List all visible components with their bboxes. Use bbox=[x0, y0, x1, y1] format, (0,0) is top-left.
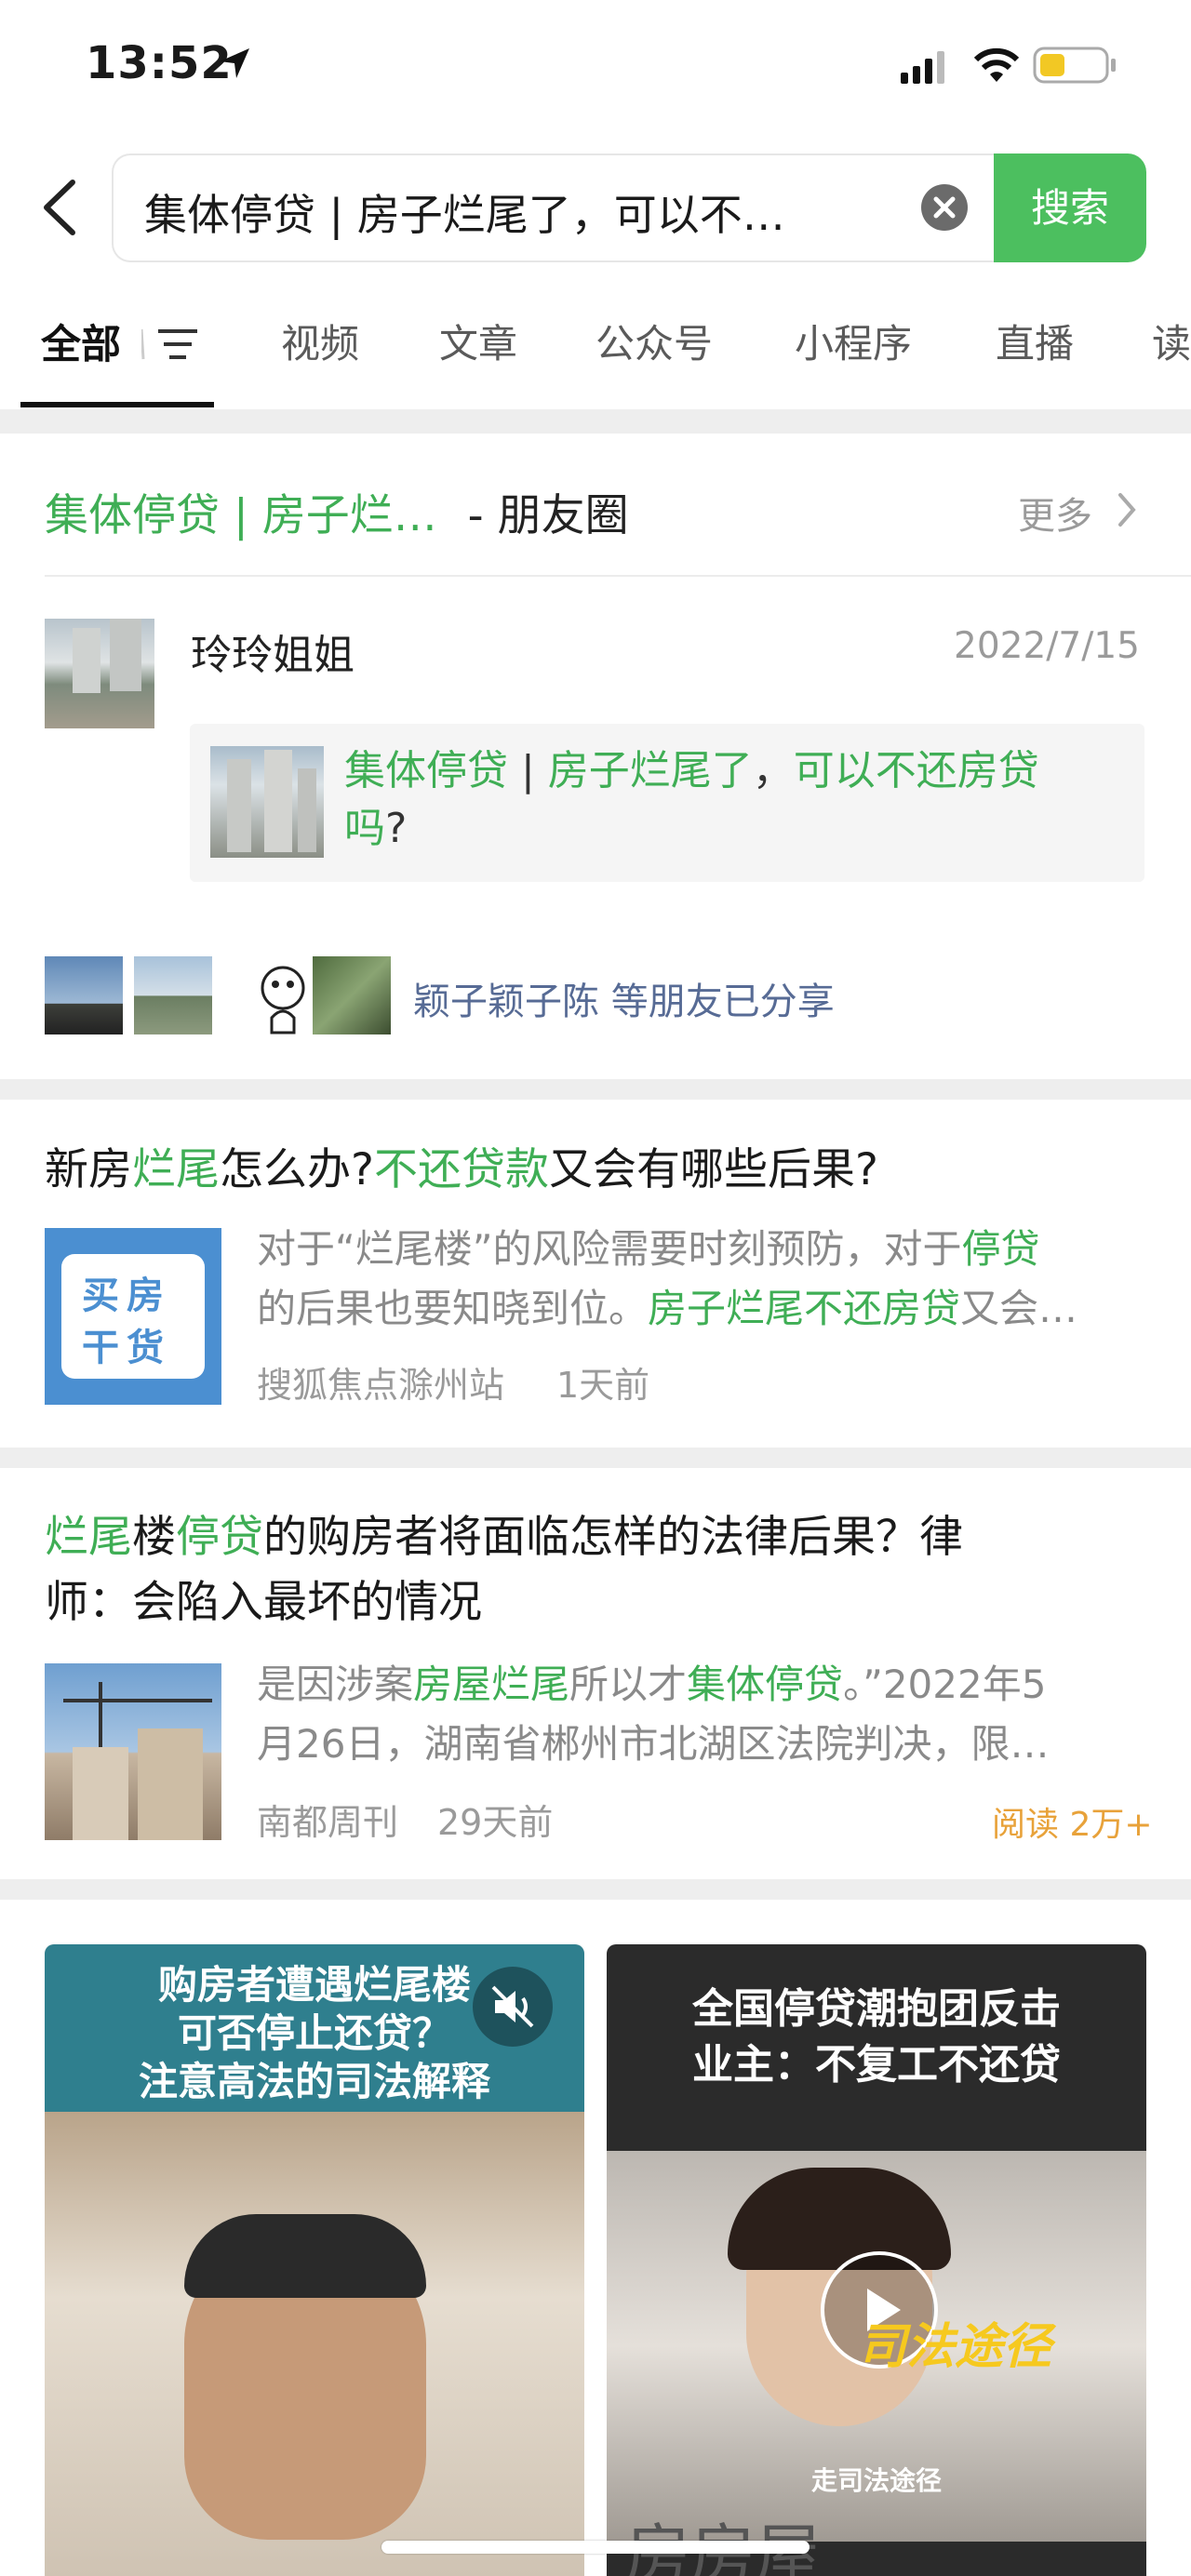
snippet-part: 房子烂尾不还房贷 bbox=[648, 1286, 961, 1331]
share-title-part: ? bbox=[385, 805, 408, 852]
mute-button[interactable] bbox=[473, 1967, 553, 2047]
title-part: 新房 bbox=[45, 1144, 132, 1195]
snippet-part: 。”2022年5 bbox=[843, 1662, 1047, 1707]
friend-avatar[interactable] bbox=[45, 956, 123, 1034]
caption-line: 业主：不复工不还贷 bbox=[692, 2041, 1061, 2089]
article-title-line2[interactable]: 师：会陷入最坏的情况 bbox=[45, 1570, 482, 1635]
share-title-part: 吗 bbox=[344, 805, 385, 852]
article-thumbnail[interactable]: 买房 干货 bbox=[45, 1228, 221, 1405]
tab-video[interactable]: 视频 bbox=[281, 313, 359, 369]
moments-header-suffix: - 朋友圈 bbox=[467, 490, 629, 541]
chevron-right-icon bbox=[1118, 493, 1136, 527]
share-title-part: 集体停贷 bbox=[344, 747, 508, 794]
article-source[interactable]: 南都周刊 bbox=[257, 1794, 398, 1845]
article-title[interactable]: 新房烂尾怎么办?不还贷款又会有哪些后果? bbox=[45, 1138, 878, 1203]
person-hair bbox=[184, 2214, 426, 2298]
friend-avatar[interactable] bbox=[134, 956, 212, 1034]
shared-article-thumbnail bbox=[210, 746, 324, 858]
title-part: 烂尾 bbox=[45, 1512, 132, 1563]
section-divider bbox=[0, 1079, 1191, 1100]
article-source[interactable]: 搜狐焦点滁州站 bbox=[257, 1356, 504, 1408]
moment-date: 2022/7/15 bbox=[954, 625, 1140, 667]
snippet-part: 集体停贷 bbox=[687, 1662, 844, 1707]
location-arrow-icon bbox=[220, 48, 249, 78]
caption-line: 全国停贷潮抱团反击 bbox=[692, 1985, 1061, 2033]
video-overlay-text: 司法途径 bbox=[858, 2319, 1052, 2375]
snippet-part: 又会… bbox=[960, 1286, 1078, 1331]
back-chevron-icon[interactable] bbox=[39, 179, 80, 236]
tab-mini-programs[interactable]: 小程序 bbox=[795, 313, 912, 369]
article-snippet-line: 月26日，湖南省郴州市北湖区法院判决，限… bbox=[257, 1721, 1050, 1767]
section-divider bbox=[0, 1879, 1191, 1900]
thumbnail-text: 干货 bbox=[82, 1327, 171, 1369]
article-snippet-line: 对于“烂尾楼”的风险需要时刻预防，对于停贷 bbox=[257, 1221, 1040, 1278]
muted-speaker-icon bbox=[491, 1985, 534, 2028]
more-link[interactable]: 更多 bbox=[1018, 486, 1092, 540]
article-time: 1天前 bbox=[556, 1365, 650, 1406]
title-part: 又会有哪些后果? bbox=[548, 1144, 878, 1195]
shared-article-title: 集体停贷 | 房子烂尾了，可以不还房贷吗? bbox=[344, 742, 1107, 858]
cartoon-avatar-icon bbox=[261, 966, 305, 1034]
article-thumbnail[interactable] bbox=[45, 1663, 221, 1840]
section-divider bbox=[0, 1448, 1191, 1468]
video-bottom-big-text: 房房屋 bbox=[625, 2516, 821, 2576]
clock: 13:52 bbox=[86, 37, 233, 89]
moment-user-name[interactable]: 玲玲姐姐 bbox=[191, 621, 355, 681]
video-card[interactable]: 购房者遭遇烂尾楼 可否停止还贷？ 注意高法的司法解释 bbox=[45, 1944, 584, 2576]
active-tab-indicator bbox=[20, 402, 214, 407]
caption-line: 注意高法的司法解释 bbox=[138, 2059, 490, 2104]
tab-live[interactable]: 直播 bbox=[996, 313, 1074, 369]
home-indicator[interactable] bbox=[381, 2541, 810, 2554]
moments-header[interactable]: 集体停贷 | 房子烂… - 朋友圈 bbox=[45, 479, 629, 543]
friend-avatar[interactable] bbox=[244, 956, 322, 1034]
video-bottom-caption: 走司法途径 bbox=[810, 2465, 942, 2496]
title-part: 烂尾 bbox=[132, 1144, 220, 1195]
divider bbox=[45, 575, 1191, 577]
user-avatar[interactable] bbox=[45, 619, 154, 728]
search-input[interactable]: 集体停贷 | 房子烂尾了，可以不… bbox=[144, 181, 851, 243]
tab-official-accounts[interactable]: 公众号 bbox=[596, 313, 713, 369]
wifi-icon bbox=[973, 47, 1020, 82]
article-snippet-line: 的后果也要知晓到位。房子烂尾不还房贷又会… bbox=[257, 1280, 1077, 1338]
clear-icon bbox=[933, 196, 956, 219]
shared-article-card[interactable]: 集体停贷 | 房子烂尾了，可以不还房贷吗? bbox=[190, 724, 1144, 882]
thumbnail-text: 买房 bbox=[82, 1275, 171, 1317]
article-time: 29天前 bbox=[437, 1802, 554, 1843]
status-bar: 13:52 bbox=[0, 0, 1191, 140]
friends-shared-text[interactable]: 颖子颖子陈 等朋友已分享 bbox=[413, 971, 835, 1025]
snippet-part: 的后果也要知晓到位。 bbox=[257, 1286, 649, 1331]
article-snippet-line: 是因涉案房屋烂尾所以才集体停贷。”2022年5 bbox=[257, 1656, 1046, 1714]
battery-icon bbox=[1033, 47, 1116, 84]
read-count: 阅读 2万+ bbox=[992, 1806, 1153, 1844]
title-part: 不还贷款 bbox=[373, 1144, 549, 1195]
title-part: 怎么办? bbox=[220, 1144, 374, 1195]
tab-articles[interactable]: 文章 bbox=[439, 313, 517, 369]
article-title[interactable]: 烂尾楼停贷的购房者将面临怎样的法律后果？律 bbox=[45, 1505, 963, 1570]
friend-avatar[interactable] bbox=[313, 956, 391, 1034]
filter-icon[interactable] bbox=[141, 326, 197, 363]
video-caption: 全国停贷潮抱团反击 业主：不复工不还贷 bbox=[607, 1982, 1146, 2093]
construction-crane-icon bbox=[63, 1682, 212, 1840]
tab-read[interactable]: 读 bbox=[1152, 313, 1191, 369]
title-part: 的购房者将面临怎样的法律后果？律 bbox=[263, 1512, 963, 1563]
share-title-part: ， bbox=[752, 747, 794, 794]
snippet-part: 房屋烂尾 bbox=[413, 1662, 570, 1707]
snippet-part: 对于“烂尾楼”的风险需要时刻预防，对于 bbox=[257, 1226, 962, 1272]
tab-all[interactable]: 全部 bbox=[41, 313, 121, 370]
share-title-part: 可以不还房贷 bbox=[793, 747, 1039, 794]
share-title-part: | bbox=[508, 747, 548, 794]
snippet-part: 停贷 bbox=[961, 1226, 1040, 1272]
search-button[interactable]: 搜索 bbox=[994, 153, 1146, 262]
snippet-part: 所以才 bbox=[569, 1662, 688, 1707]
title-part: 停贷 bbox=[176, 1512, 263, 1563]
snippet-part: 是因涉案 bbox=[257, 1662, 414, 1707]
clear-search-button[interactable] bbox=[921, 184, 968, 231]
video-card[interactable]: 全国停贷潮抱团反击 业主：不复工不还贷 司法途径 走司法途径 房房屋 bbox=[607, 1944, 1146, 2576]
title-part: 楼 bbox=[132, 1512, 176, 1563]
cellular-signal-icon bbox=[901, 51, 944, 84]
moments-header-query: 集体停贷 | 房子烂… bbox=[45, 490, 437, 541]
share-title-part: 房子烂尾了 bbox=[547, 747, 753, 794]
section-divider bbox=[0, 409, 1191, 434]
